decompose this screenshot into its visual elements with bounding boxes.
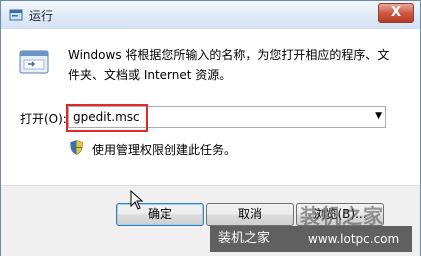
open-label: 打开(O): — [20, 112, 67, 126]
close-button[interactable]: X — [378, 3, 414, 23]
window-title: 运行 — [29, 9, 54, 23]
cancel-button[interactable]: 取消 — [206, 203, 294, 226]
watermark-url: www.lotpc.com — [308, 232, 400, 246]
mouse-cursor-icon — [130, 190, 144, 210]
run-app-icon — [9, 9, 23, 21]
uac-shield-icon — [70, 140, 83, 155]
watermark-logo: 装机之家 — [300, 204, 384, 228]
admin-note: 使用管理权限创建此任务。 — [92, 143, 237, 157]
title-bar[interactable]: 运行 X — [1, 1, 420, 29]
dropdown-arrow-icon[interactable]: ▼ — [375, 111, 382, 121]
watermark-name: 装机之家 — [218, 231, 271, 246]
highlight-box — [66, 104, 148, 132]
watermark-bar: 装机之家 www.lotpc.com — [210, 226, 412, 252]
run-program-icon — [19, 50, 49, 74]
description-text: Windows 将根据您所输入的名称，为您打开相应的程序、文件夹、文档或 Int… — [68, 48, 390, 82]
